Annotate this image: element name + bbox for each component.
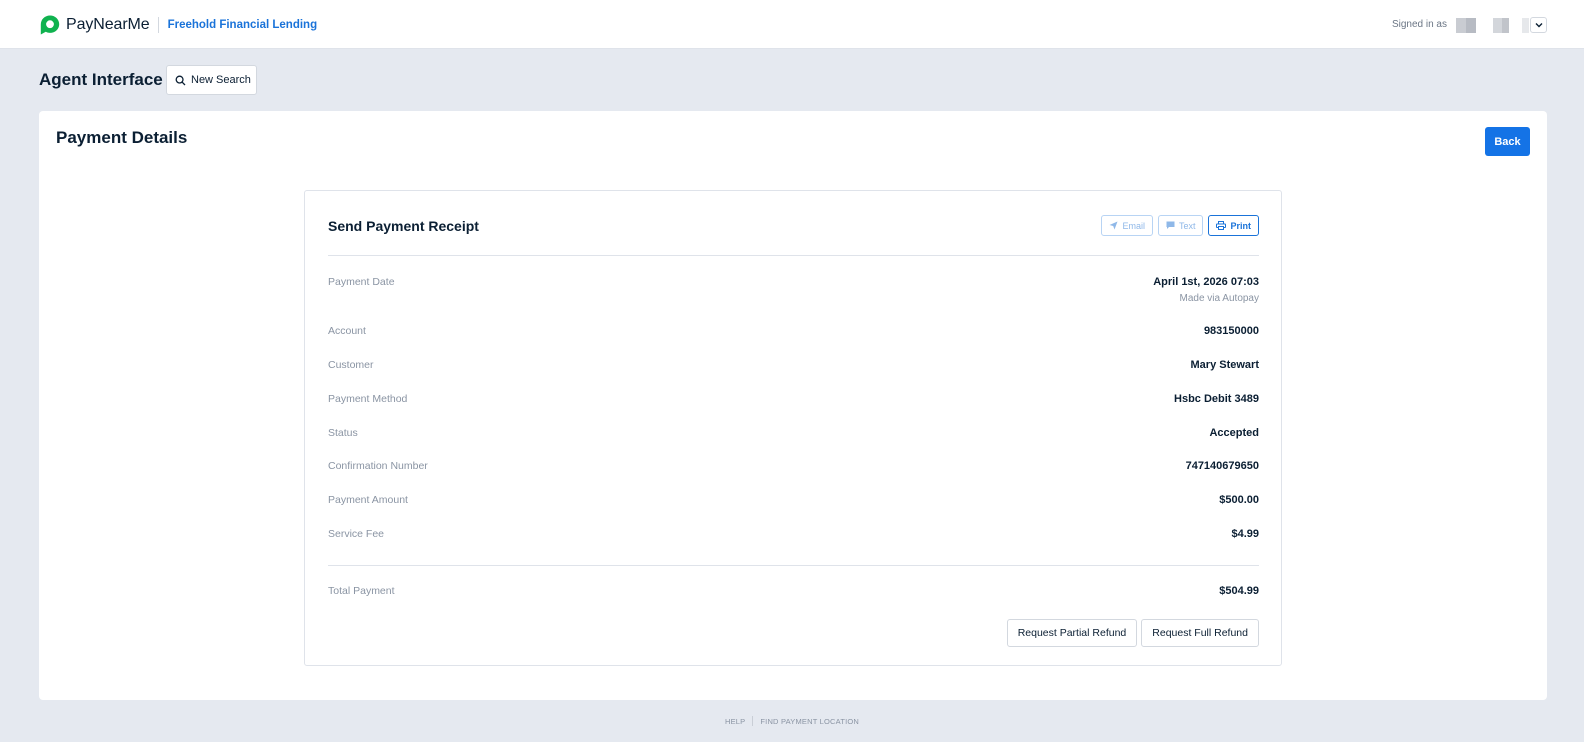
new-search-label: New Search bbox=[191, 74, 251, 86]
header-divider bbox=[328, 255, 1259, 256]
detail-row-confirmation-number: Confirmation Number 747140679650 bbox=[328, 460, 1259, 480]
detail-row-total-payment: Total Payment $504.99 bbox=[328, 585, 1259, 605]
redacted-username bbox=[1502, 18, 1509, 33]
detail-label: Service Fee bbox=[328, 528, 385, 540]
request-partial-refund-button[interactable]: Request Partial Refund bbox=[1006, 619, 1138, 647]
logo[interactable]: PayNearMe Freehold Financial Lending bbox=[39, 14, 317, 36]
chevron-down-icon bbox=[1535, 23, 1542, 28]
footer-divider bbox=[752, 716, 754, 726]
detail-row-service-fee: Service Fee $4.99 bbox=[328, 528, 1259, 548]
total-divider bbox=[328, 565, 1259, 566]
brand-name: PayNearMe bbox=[66, 16, 150, 33]
detail-label: Status bbox=[328, 427, 358, 439]
detail-row-status: Status Accepted bbox=[328, 427, 1259, 447]
detail-value: 747140679650 bbox=[1185, 460, 1259, 472]
detail-label: Payment Method bbox=[328, 393, 408, 405]
detail-label: Payment Amount bbox=[328, 494, 408, 506]
detail-label: Customer bbox=[328, 359, 374, 371]
top-bar: PayNearMe Freehold Financial Lending Sig… bbox=[0, 0, 1584, 49]
email-label: Email bbox=[1122, 220, 1145, 231]
redacted-username bbox=[1466, 18, 1476, 33]
find-payment-location-link[interactable]: FIND PAYMENT LOCATION bbox=[760, 717, 859, 726]
user-menu-button[interactable] bbox=[1530, 17, 1547, 33]
footer: HELP FIND PAYMENT LOCATION bbox=[0, 716, 1584, 726]
text-receipt-button[interactable]: Text bbox=[1157, 215, 1204, 236]
brand-divider bbox=[157, 17, 159, 33]
detail-value: Accepted bbox=[1209, 427, 1259, 439]
detail-value: Hsbc Debit 3489 bbox=[1174, 393, 1259, 405]
detail-row-payment-date: Payment Date April 1st, 2026 07:03 Made … bbox=[328, 276, 1259, 304]
text-label: Text bbox=[1178, 220, 1196, 231]
detail-row-customer: Customer Mary Stewart bbox=[328, 359, 1259, 379]
redacted-username bbox=[1493, 18, 1502, 33]
page-title: Agent Interface bbox=[39, 70, 163, 89]
merchant-name: Freehold Financial Lending bbox=[167, 19, 318, 31]
send-icon bbox=[1109, 221, 1118, 230]
email-receipt-button[interactable]: Email bbox=[1101, 215, 1153, 236]
request-full-refund-button[interactable]: Request Full Refund bbox=[1141, 619, 1259, 647]
print-label: Print bbox=[1230, 220, 1251, 231]
help-link[interactable]: HELP bbox=[725, 717, 745, 726]
redacted-username bbox=[1456, 18, 1466, 33]
detail-row-account: Account 983150000 bbox=[328, 325, 1259, 345]
detail-value: 983150000 bbox=[1203, 325, 1259, 337]
receipt-card: Send Payment Receipt Email Text Print Pa… bbox=[304, 190, 1282, 666]
panel-title: Payment Details bbox=[56, 128, 188, 147]
detail-row-payment-amount: Payment Amount $500.00 bbox=[328, 494, 1259, 514]
detail-value: April 1st, 2026 07:03 bbox=[1153, 276, 1259, 288]
total-value: $504.99 bbox=[1219, 585, 1259, 597]
detail-subvalue: Made via Autopay bbox=[1179, 293, 1260, 304]
redacted-username bbox=[1522, 18, 1529, 33]
detail-value: $4.99 bbox=[1231, 528, 1259, 540]
detail-label: Account bbox=[328, 325, 366, 337]
receipt-title: Send Payment Receipt bbox=[328, 218, 479, 234]
detail-value: Mary Stewart bbox=[1190, 359, 1259, 371]
receipt-actions: Email Text Print bbox=[1101, 215, 1259, 236]
detail-row-payment-method: Payment Method Hsbc Debit 3489 bbox=[328, 393, 1259, 413]
detail-label: Payment Date bbox=[328, 276, 395, 288]
signed-in-label: Signed in as bbox=[1391, 19, 1447, 30]
new-search-button[interactable]: New Search bbox=[166, 65, 257, 95]
paynearme-logo-icon bbox=[40, 15, 60, 35]
detail-value: $500.00 bbox=[1219, 494, 1259, 506]
back-button[interactable]: Back bbox=[1485, 127, 1530, 156]
detail-label: Confirmation Number bbox=[328, 460, 428, 472]
refund-actions: Request Partial Refund Request Full Refu… bbox=[1006, 619, 1259, 647]
search-icon bbox=[175, 75, 186, 85]
print-receipt-button[interactable]: Print bbox=[1208, 215, 1259, 236]
message-icon bbox=[1166, 221, 1175, 229]
printer-icon bbox=[1216, 221, 1227, 230]
total-label: Total Payment bbox=[328, 585, 395, 597]
